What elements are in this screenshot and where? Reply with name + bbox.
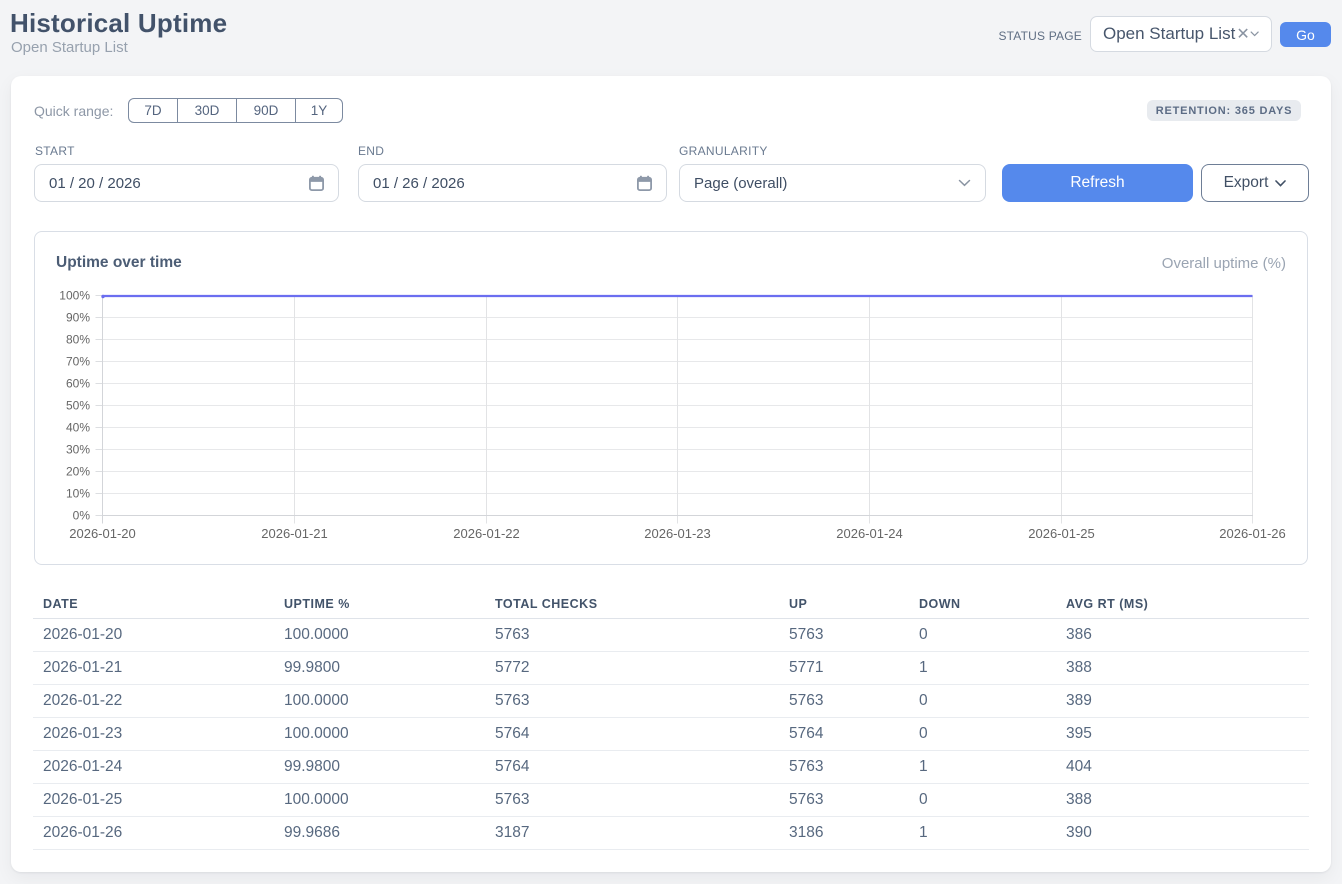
- svg-text:2026-01-23: 2026-01-23: [644, 526, 711, 541]
- svg-text:40%: 40%: [66, 421, 90, 435]
- svg-text:70%: 70%: [66, 355, 90, 369]
- svg-text:0%: 0%: [73, 509, 91, 523]
- svg-text:20%: 20%: [66, 465, 90, 479]
- svg-text:90%: 90%: [66, 311, 90, 325]
- svg-text:2026-01-25: 2026-01-25: [1028, 526, 1095, 541]
- svg-text:10%: 10%: [66, 487, 90, 501]
- svg-text:30%: 30%: [66, 443, 90, 457]
- svg-text:2026-01-26: 2026-01-26: [1219, 526, 1286, 541]
- svg-text:2026-01-20: 2026-01-20: [69, 526, 136, 541]
- svg-text:100%: 100%: [59, 289, 90, 303]
- svg-text:2026-01-21: 2026-01-21: [261, 526, 328, 541]
- svg-text:50%: 50%: [66, 399, 90, 413]
- svg-text:60%: 60%: [66, 377, 90, 391]
- svg-text:2026-01-22: 2026-01-22: [453, 526, 520, 541]
- svg-text:2026-01-24: 2026-01-24: [836, 526, 903, 541]
- svg-text:80%: 80%: [66, 333, 90, 347]
